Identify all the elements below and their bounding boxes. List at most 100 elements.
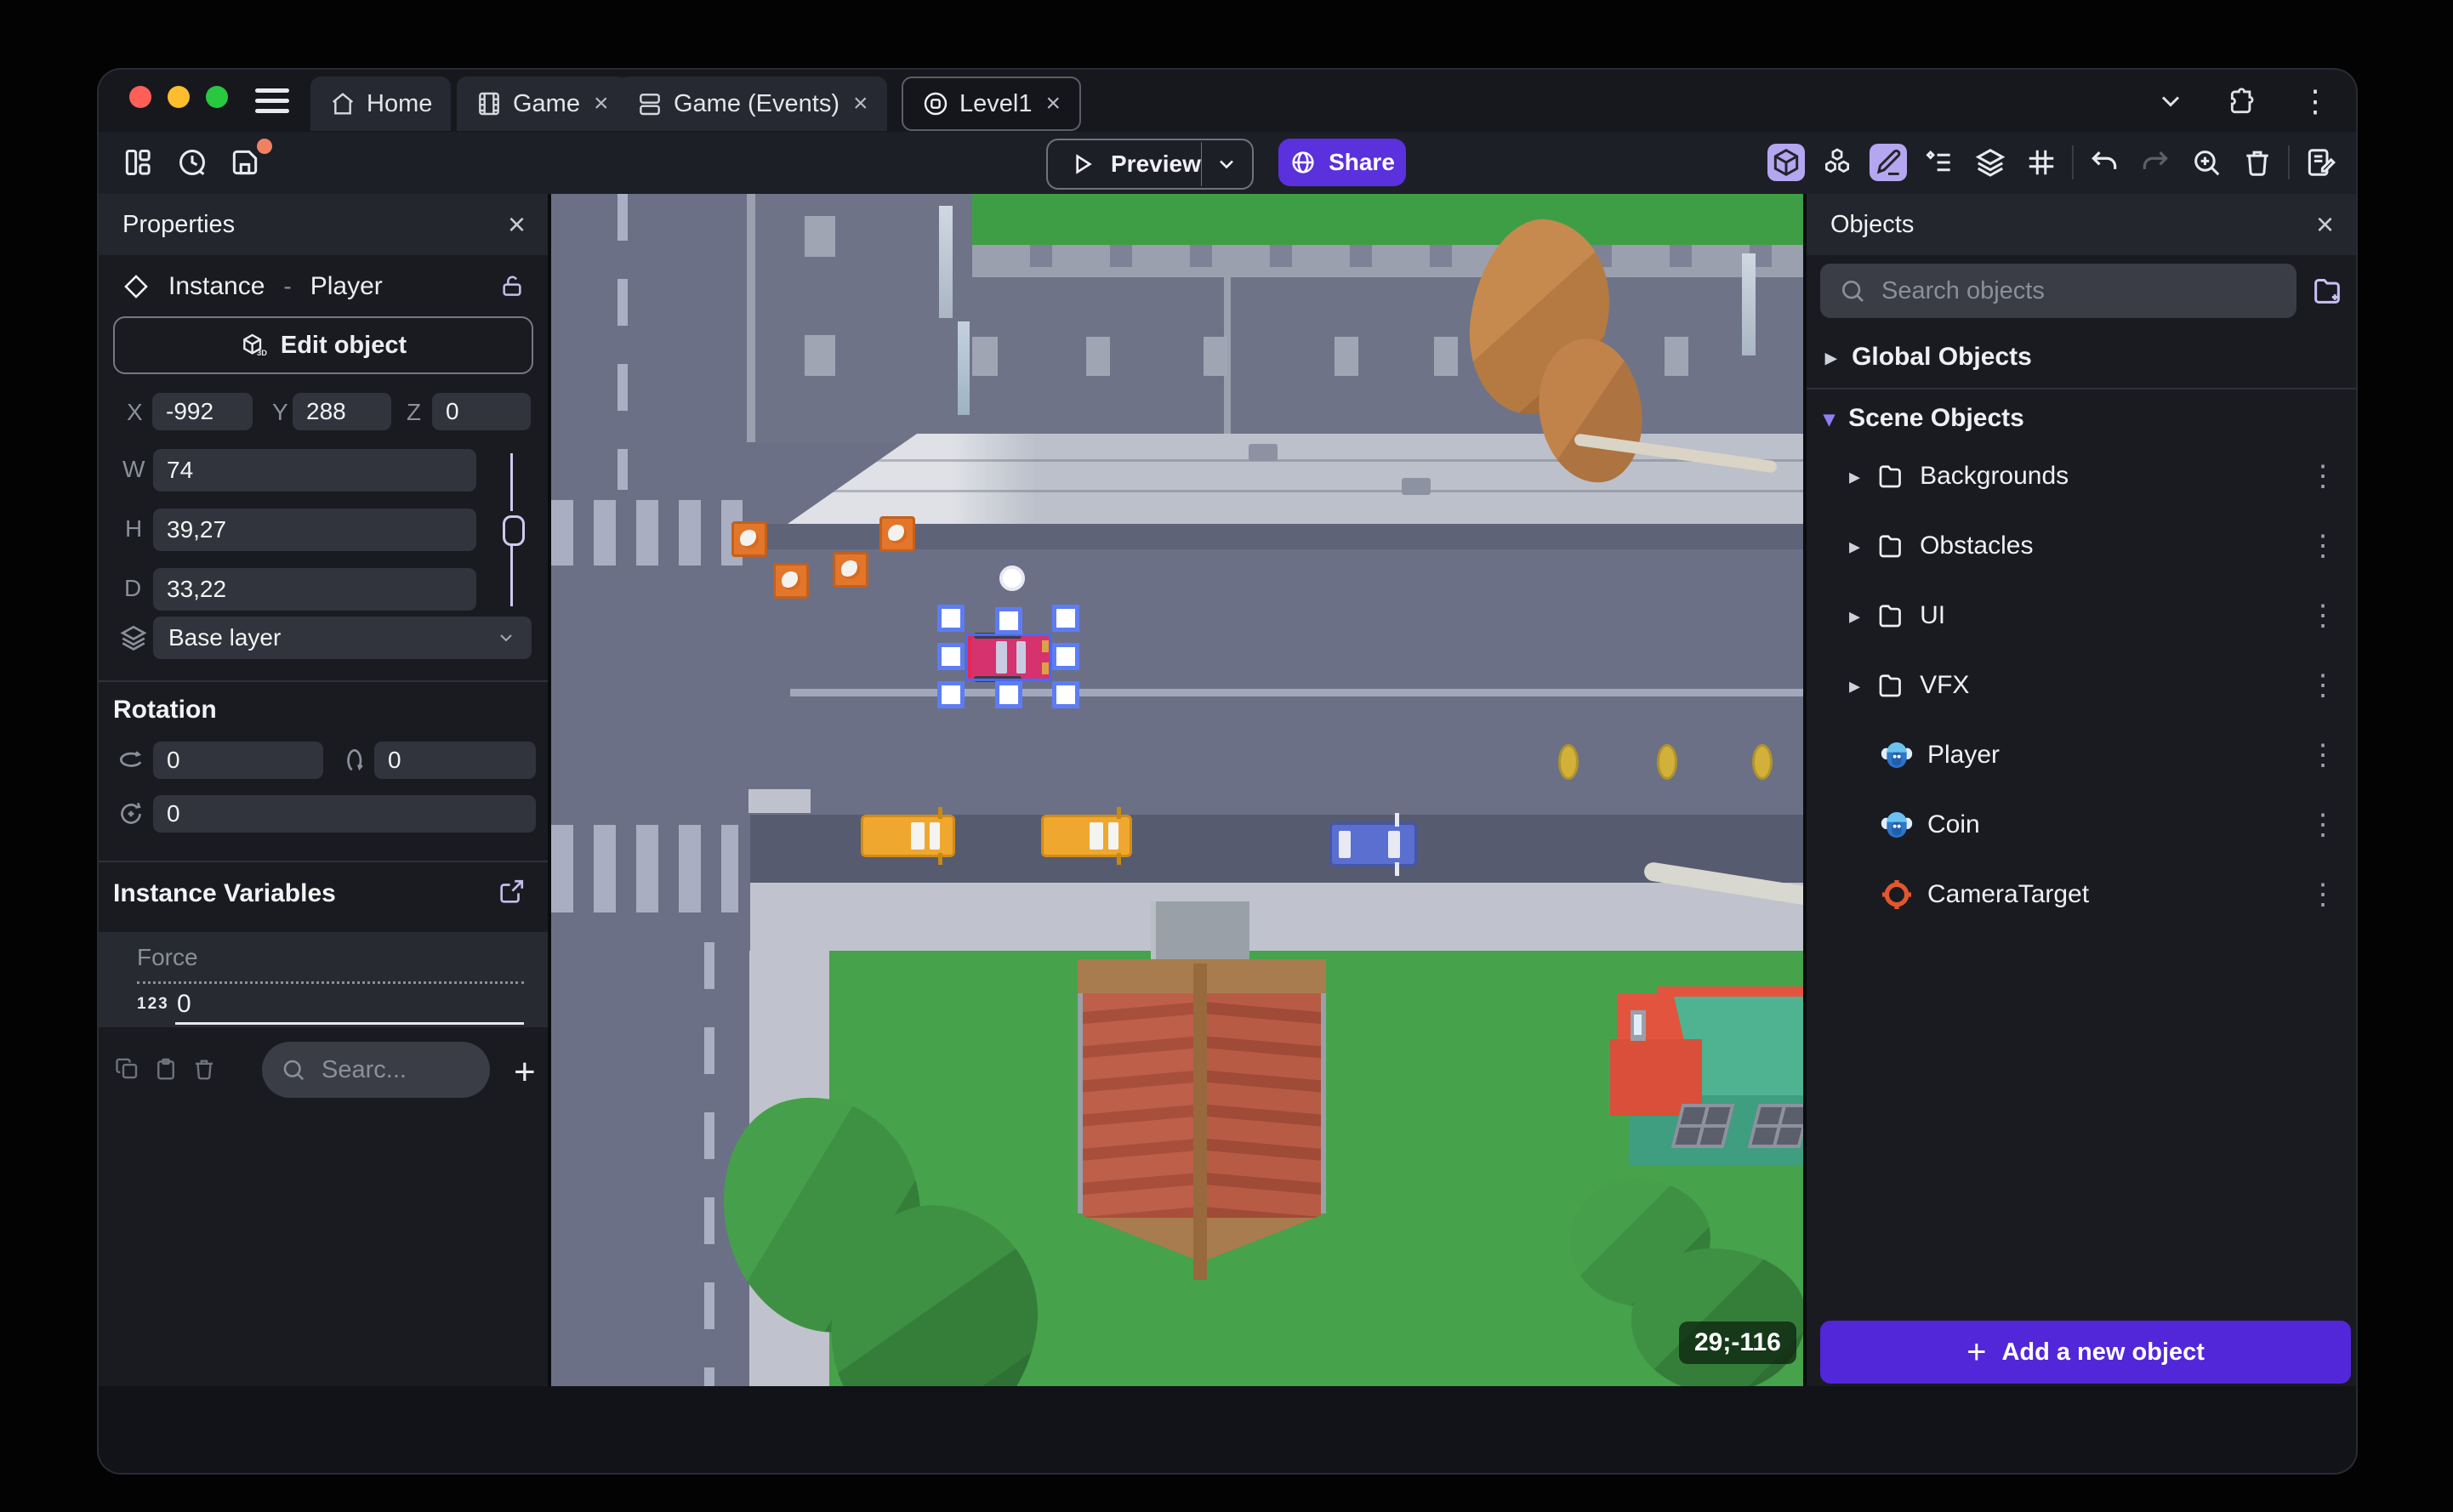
variable-name[interactable]: Force xyxy=(137,944,198,971)
instances-list-icon[interactable] xyxy=(1921,144,1958,181)
crate-instance[interactable] xyxy=(773,563,809,599)
undo-icon[interactable] xyxy=(2086,144,2123,181)
object-row-backgrounds[interactable]: ▸ Backgrounds ⋮ xyxy=(1807,442,2356,510)
kebab-menu-icon[interactable]: ⋮ xyxy=(2308,529,2337,563)
variables-search[interactable] xyxy=(262,1042,490,1098)
close-icon[interactable]: × xyxy=(853,89,868,118)
add-variable-button[interactable]: + xyxy=(514,1051,536,1094)
edit-object-button[interactable]: 3D Edit object xyxy=(113,316,533,374)
tab-game[interactable]: Game × xyxy=(457,77,628,131)
y-input[interactable] xyxy=(293,393,391,430)
depth-input[interactable] xyxy=(153,568,476,611)
preview-dropdown-chevron-icon[interactable] xyxy=(1201,152,1252,176)
selection-handle[interactable] xyxy=(1052,605,1079,632)
objects-search[interactable] xyxy=(1820,264,2296,318)
selection-handle[interactable] xyxy=(937,681,965,708)
kebab-menu-icon[interactable]: ⋮ xyxy=(2308,878,2337,912)
blue-car-instance[interactable] xyxy=(1329,813,1417,876)
chevron-down-icon[interactable] xyxy=(2155,86,2186,117)
building-top-left[interactable] xyxy=(747,194,972,442)
taxi-instance[interactable] xyxy=(1041,807,1132,865)
rotation-z-input[interactable] xyxy=(153,795,536,833)
building-top-right[interactable] xyxy=(972,245,1803,442)
kebab-menu-icon[interactable]: ⋮ xyxy=(2308,459,2337,493)
extensions-icon[interactable] xyxy=(2227,85,2259,117)
kebab-menu-icon[interactable]: ⋮ xyxy=(2308,808,2337,842)
selection-handle[interactable] xyxy=(1052,681,1079,708)
object-row-vfx[interactable]: ▸ VFX ⋮ xyxy=(1807,651,2356,719)
selection-rotate-handle[interactable] xyxy=(999,566,1025,591)
kebab-menu-icon[interactable]: ⋮ xyxy=(2308,599,2337,633)
object-row-ui[interactable]: ▸ UI ⋮ xyxy=(1807,582,2356,650)
rotation-y-input[interactable] xyxy=(374,742,536,779)
objects-search-input[interactable] xyxy=(1880,276,2191,306)
teal-house[interactable] xyxy=(1610,986,1803,1180)
close-properties-icon[interactable]: × xyxy=(508,206,526,243)
object-row-coin[interactable]: Coin ⋮ xyxy=(1807,791,2356,859)
tab-home[interactable]: Home xyxy=(310,77,452,131)
kebab-menu-icon[interactable]: ⋮ xyxy=(2308,738,2337,772)
preview-button[interactable]: Preview xyxy=(1046,139,1254,190)
delete-variable-icon[interactable] xyxy=(191,1056,217,1082)
close-objects-icon[interactable]: × xyxy=(2316,206,2334,243)
crosswalk-upper[interactable] xyxy=(551,500,743,566)
open-variables-external-icon[interactable] xyxy=(497,878,526,907)
x-input[interactable] xyxy=(152,393,253,430)
rotation-x-input[interactable] xyxy=(153,742,323,779)
kebab-menu-icon[interactable]: ⋮ xyxy=(2308,668,2337,702)
trash-icon[interactable] xyxy=(2239,144,2276,181)
close-icon[interactable]: × xyxy=(594,89,609,118)
selection-handle[interactable] xyxy=(995,607,1022,634)
kebab-menu-icon[interactable]: ⋮ xyxy=(2300,83,2331,119)
taxi-instance[interactable] xyxy=(861,807,955,865)
layer-select[interactable]: Base layer xyxy=(153,617,532,659)
grass-strip-top[interactable] xyxy=(972,194,1803,245)
variable-row[interactable]: Force 123 0 xyxy=(99,932,548,1027)
width-input[interactable] xyxy=(153,449,476,492)
copy-variable-icon[interactable] xyxy=(115,1056,140,1082)
traffic-light-zoom[interactable] xyxy=(206,86,228,108)
crate-instance[interactable] xyxy=(833,552,868,588)
history-icon[interactable] xyxy=(174,144,211,181)
height-input[interactable] xyxy=(153,509,476,551)
tab-game-events[interactable]: Game (Events) × xyxy=(618,77,887,131)
objects-stack-icon[interactable] xyxy=(1818,144,1856,181)
autumn-tree-instance[interactable] xyxy=(1446,210,1778,517)
crate-instance[interactable] xyxy=(879,516,915,552)
tab-level1[interactable]: Level1 × xyxy=(902,77,1081,131)
unlock-icon[interactable] xyxy=(498,272,526,299)
z-input[interactable] xyxy=(432,393,531,430)
zoom-in-icon[interactable] xyxy=(2188,144,2225,181)
edit-mode-pencil-icon[interactable] xyxy=(1870,144,1907,181)
menu-icon[interactable] xyxy=(255,88,289,114)
selection-handle[interactable] xyxy=(937,643,965,670)
crosswalk-lower[interactable] xyxy=(551,825,738,912)
tree-instance[interactable] xyxy=(1631,1248,1803,1386)
crate-instance[interactable] xyxy=(731,521,767,557)
layers-icon[interactable] xyxy=(1972,144,2009,181)
selection-handle[interactable] xyxy=(1052,643,1079,670)
coin-instance[interactable] xyxy=(1752,744,1773,780)
scene-canvas[interactable]: 29;-116 xyxy=(551,194,1803,1386)
share-button[interactable]: Share xyxy=(1278,139,1406,186)
selection-handle[interactable] xyxy=(937,605,965,632)
object-row-obstacles[interactable]: ▸ Obstacles ⋮ xyxy=(1807,512,2356,580)
object-row-cameratarget[interactable]: CameraTarget ⋮ xyxy=(1807,861,2356,929)
toggle-3d-view-icon[interactable] xyxy=(1767,144,1805,181)
traffic-light-close[interactable] xyxy=(129,86,151,108)
coin-instance[interactable] xyxy=(1657,744,1677,780)
variables-search-input[interactable] xyxy=(320,1054,457,1085)
selection-handle[interactable] xyxy=(995,681,1022,708)
add-folder-icon[interactable] xyxy=(2310,274,2344,308)
dashboard-icon[interactable] xyxy=(119,144,157,181)
edit-events-sheet-icon[interactable] xyxy=(2302,144,2339,181)
traffic-light-minimize[interactable] xyxy=(168,86,190,108)
close-icon[interactable]: × xyxy=(1045,89,1061,118)
object-row-player[interactable]: Player ⋮ xyxy=(1807,721,2356,789)
link-dimensions-icon[interactable] xyxy=(503,515,525,546)
redo-icon[interactable] xyxy=(2137,144,2174,181)
group-global-objects[interactable]: ▸ Global Objects xyxy=(1807,332,2356,383)
paste-variable-icon[interactable] xyxy=(153,1056,179,1082)
coin-instance[interactable] xyxy=(1558,744,1579,780)
variable-value[interactable]: 0 xyxy=(177,990,191,1019)
